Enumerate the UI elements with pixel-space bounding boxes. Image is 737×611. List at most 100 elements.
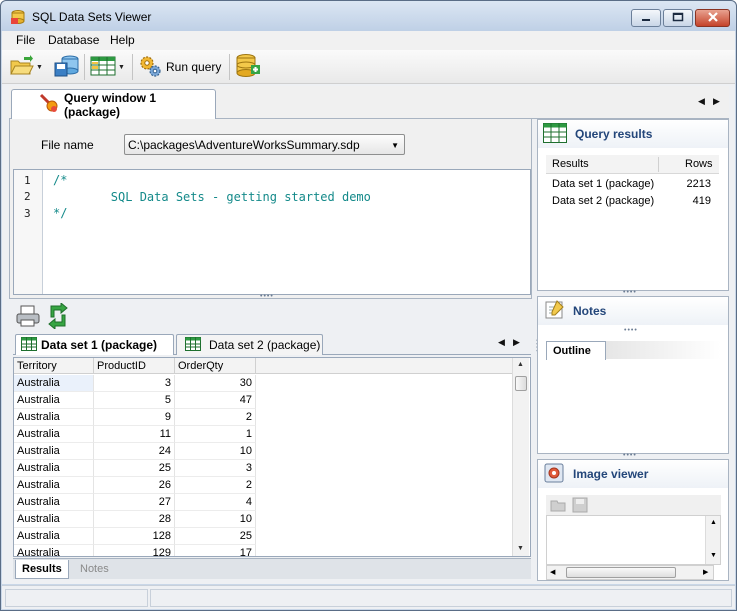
tab-outline[interactable]: Outline xyxy=(546,341,606,360)
scroll-right-icon[interactable]: ▶ xyxy=(703,568,708,576)
query-result-row[interactable]: Data set 2 (package) 419 xyxy=(546,195,719,212)
chevron-down-icon[interactable]: ▼ xyxy=(118,64,125,71)
grid-cell[interactable]: 47 xyxy=(175,392,256,409)
grid-cell[interactable]: Australia xyxy=(14,477,94,494)
file-name-select[interactable]: C:\packages\AdventureWorksSummary.sdp ▼ xyxy=(124,134,405,155)
grid-cell[interactable]: Australia xyxy=(14,375,94,392)
column-header-orderqty[interactable]: OrderQty xyxy=(175,358,256,374)
scrollbar-thumb[interactable] xyxy=(515,376,527,391)
grid-cell[interactable]: Australia xyxy=(14,494,94,511)
menu-file[interactable]: File xyxy=(16,33,35,47)
scroll-down-icon[interactable]: ▼ xyxy=(517,545,524,552)
tab-query-window-1[interactable]: Query window 1 (package) xyxy=(11,89,216,119)
grid-view-button[interactable]: ▼ xyxy=(90,53,125,81)
grid-cell[interactable]: 17 xyxy=(175,545,256,556)
grid-cell[interactable]: 1 xyxy=(175,426,256,443)
run-query-button[interactable]: Run query xyxy=(138,53,221,81)
grid-cell[interactable]: 25 xyxy=(94,460,175,477)
scroll-up-icon[interactable]: ▲ xyxy=(517,361,524,368)
refresh-icon[interactable] xyxy=(46,301,70,332)
grid-cell[interactable]: 129 xyxy=(94,545,175,556)
grid-cell[interactable]: Australia xyxy=(14,392,94,409)
grid-cell[interactable]: 27 xyxy=(94,494,175,511)
grid-cell[interactable]: 4 xyxy=(175,494,256,511)
sql-editor[interactable]: 1 2 3 /* SQL Data Sets - getting started… xyxy=(13,169,531,295)
tab-results[interactable]: Results xyxy=(15,560,69,579)
tab-label: Data set 2 (package) xyxy=(209,338,321,352)
grid-cell[interactable]: Australia xyxy=(14,409,94,426)
column-header-rows[interactable]: Rows xyxy=(685,158,713,170)
tab-scroll-right-icon[interactable]: ▶ xyxy=(713,96,720,107)
table-row[interactable]: Australia 11 1 xyxy=(14,426,256,443)
table-row[interactable]: Australia 27 4 xyxy=(14,494,256,511)
grid-cell[interactable]: 10 xyxy=(175,443,256,460)
table-row[interactable]: Australia 3 30 xyxy=(14,375,256,392)
column-header-results[interactable]: Results xyxy=(552,158,589,170)
close-button[interactable] xyxy=(695,9,730,27)
print-icon[interactable] xyxy=(16,305,40,330)
grid-cell[interactable]: Australia xyxy=(14,443,94,460)
chevron-down-icon[interactable]: ▼ xyxy=(391,141,399,150)
tab-notes[interactable]: Notes xyxy=(74,560,115,579)
maximize-button[interactable] xyxy=(663,9,693,27)
grid-cell[interactable]: Australia xyxy=(14,460,94,477)
save-button[interactable] xyxy=(54,53,80,81)
image-horizontal-scrollbar[interactable]: ◀ ▶ xyxy=(546,565,714,580)
image-vertical-scrollbar[interactable]: ▲ ▼ xyxy=(705,516,720,564)
column-header-productid[interactable]: ProductID xyxy=(94,358,175,374)
table-row[interactable]: Australia 129 17 xyxy=(14,545,256,556)
grid-cell[interactable]: Australia xyxy=(14,426,94,443)
splitter-grip[interactable]: •••• xyxy=(624,327,638,334)
menu-database[interactable]: Database xyxy=(48,33,99,47)
tab-dataset-1[interactable]: Data set 1 (package) xyxy=(15,334,174,355)
splitter-grip[interactable]: •••• xyxy=(623,289,637,296)
open-button[interactable]: ▼ xyxy=(10,53,43,81)
scroll-down-icon[interactable]: ▼ xyxy=(710,552,717,559)
table-row[interactable]: Australia 28 10 xyxy=(14,511,256,528)
grid-cell[interactable]: 3 xyxy=(175,460,256,477)
add-data-button[interactable] xyxy=(235,53,261,81)
grid-cell[interactable]: Australia xyxy=(14,528,94,545)
table-row[interactable]: Australia 26 2 xyxy=(14,477,256,494)
menu-help[interactable]: Help xyxy=(110,33,135,47)
tab-dataset-2[interactable]: Data set 2 (package) xyxy=(176,334,323,355)
scroll-left-icon[interactable]: ◀ xyxy=(550,568,555,576)
grid-cell[interactable]: Australia xyxy=(14,511,94,528)
grid-cell[interactable]: 128 xyxy=(94,528,175,545)
scroll-up-icon[interactable]: ▲ xyxy=(710,519,717,526)
grid-cell[interactable]: 10 xyxy=(175,511,256,528)
grid-cell[interactable]: 28 xyxy=(94,511,175,528)
table-row[interactable]: Australia 9 2 xyxy=(14,409,256,426)
table-row[interactable]: Australia 128 25 xyxy=(14,528,256,545)
grid-cell[interactable]: 25 xyxy=(175,528,256,545)
save-image-icon[interactable] xyxy=(572,497,588,516)
tab-scroll-left-icon[interactable]: ◀ xyxy=(498,337,505,348)
grid-cell[interactable]: Australia xyxy=(14,545,94,556)
results-grid[interactable]: Territory ProductID OrderQty Australia 3 3… xyxy=(13,357,531,557)
table-row[interactable]: Australia 24 10 xyxy=(14,443,256,460)
grid-cell[interactable]: 2 xyxy=(175,477,256,494)
image-display-area[interactable]: ▲ ▼ xyxy=(546,515,721,565)
grid-cell[interactable]: 24 xyxy=(94,443,175,460)
splitter-grip[interactable]: •••• xyxy=(623,452,637,459)
table-row[interactable]: Australia 25 3 xyxy=(14,460,256,477)
grid-cell[interactable]: 30 xyxy=(175,375,256,392)
grid-cell[interactable]: 5 xyxy=(94,392,175,409)
open-image-icon[interactable] xyxy=(550,497,568,516)
grid-cell[interactable]: 2 xyxy=(175,409,256,426)
chevron-down-icon[interactable]: ▼ xyxy=(36,64,43,71)
column-header-territory[interactable]: Territory xyxy=(14,358,94,374)
window-title: SQL Data Sets Viewer xyxy=(32,10,152,24)
table-row[interactable]: Australia 5 47 xyxy=(14,392,256,409)
grid-cell[interactable]: 26 xyxy=(94,477,175,494)
scrollbar-thumb[interactable] xyxy=(566,567,676,578)
grid-vertical-scrollbar[interactable]: ▲ ▼ xyxy=(512,358,529,556)
query-result-row[interactable]: Data set 1 (package) 2213 xyxy=(546,178,719,195)
grid-cell[interactable]: 9 xyxy=(94,409,175,426)
grid-cell[interactable]: 11 xyxy=(94,426,175,443)
tab-scroll-right-icon[interactable]: ▶ xyxy=(513,337,520,348)
minimize-button[interactable] xyxy=(631,9,661,27)
splitter-grip[interactable]: •••• xyxy=(260,293,274,300)
grid-cell[interactable]: 3 xyxy=(94,375,175,392)
tab-scroll-left-icon[interactable]: ◀ xyxy=(698,96,705,107)
